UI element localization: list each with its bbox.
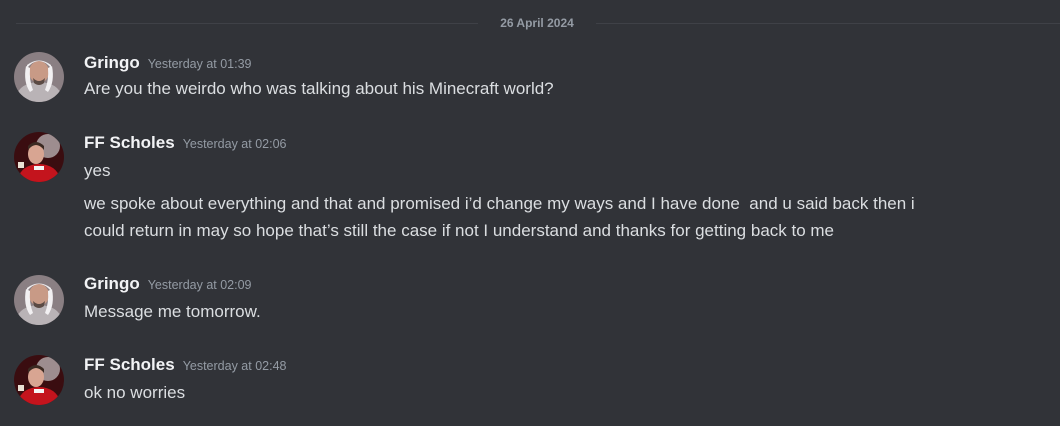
author-name[interactable]: FF Scholes [84, 355, 175, 374]
message-text: we spoke about everything and that and p… [84, 194, 915, 213]
message-timestamp[interactable]: Yesterday at 01:39 [148, 57, 252, 71]
message-text: Are you the weirdo who was talking about… [84, 79, 554, 98]
message-text: yes [84, 161, 111, 180]
message-timestamp[interactable]: Yesterday at 02:06 [183, 137, 287, 151]
author-name[interactable]: FF Scholes [84, 133, 175, 152]
message-text: ok no worries [84, 383, 186, 402]
ff-scholes-avatar[interactable] [14, 132, 64, 182]
chat-messages: 26 April 2024 Gringo Yesterday at 01:39 A… [0, 0, 1060, 426]
date-divider-label: 26 April 2024 [478, 15, 596, 31]
author-name[interactable]: Gringo [84, 53, 140, 72]
gringo-avatar[interactable] [14, 275, 64, 325]
ff-scholes-avatar[interactable] [14, 355, 64, 405]
message-text: Message me tomorrow. [84, 302, 261, 321]
author-name[interactable]: Gringo [84, 274, 140, 293]
gringo-avatar[interactable] [14, 52, 64, 102]
message-text: could return in may so hope that’s still… [84, 221, 835, 240]
message-timestamp[interactable]: Yesterday at 02:48 [183, 359, 287, 373]
message-timestamp[interactable]: Yesterday at 02:09 [148, 278, 252, 292]
